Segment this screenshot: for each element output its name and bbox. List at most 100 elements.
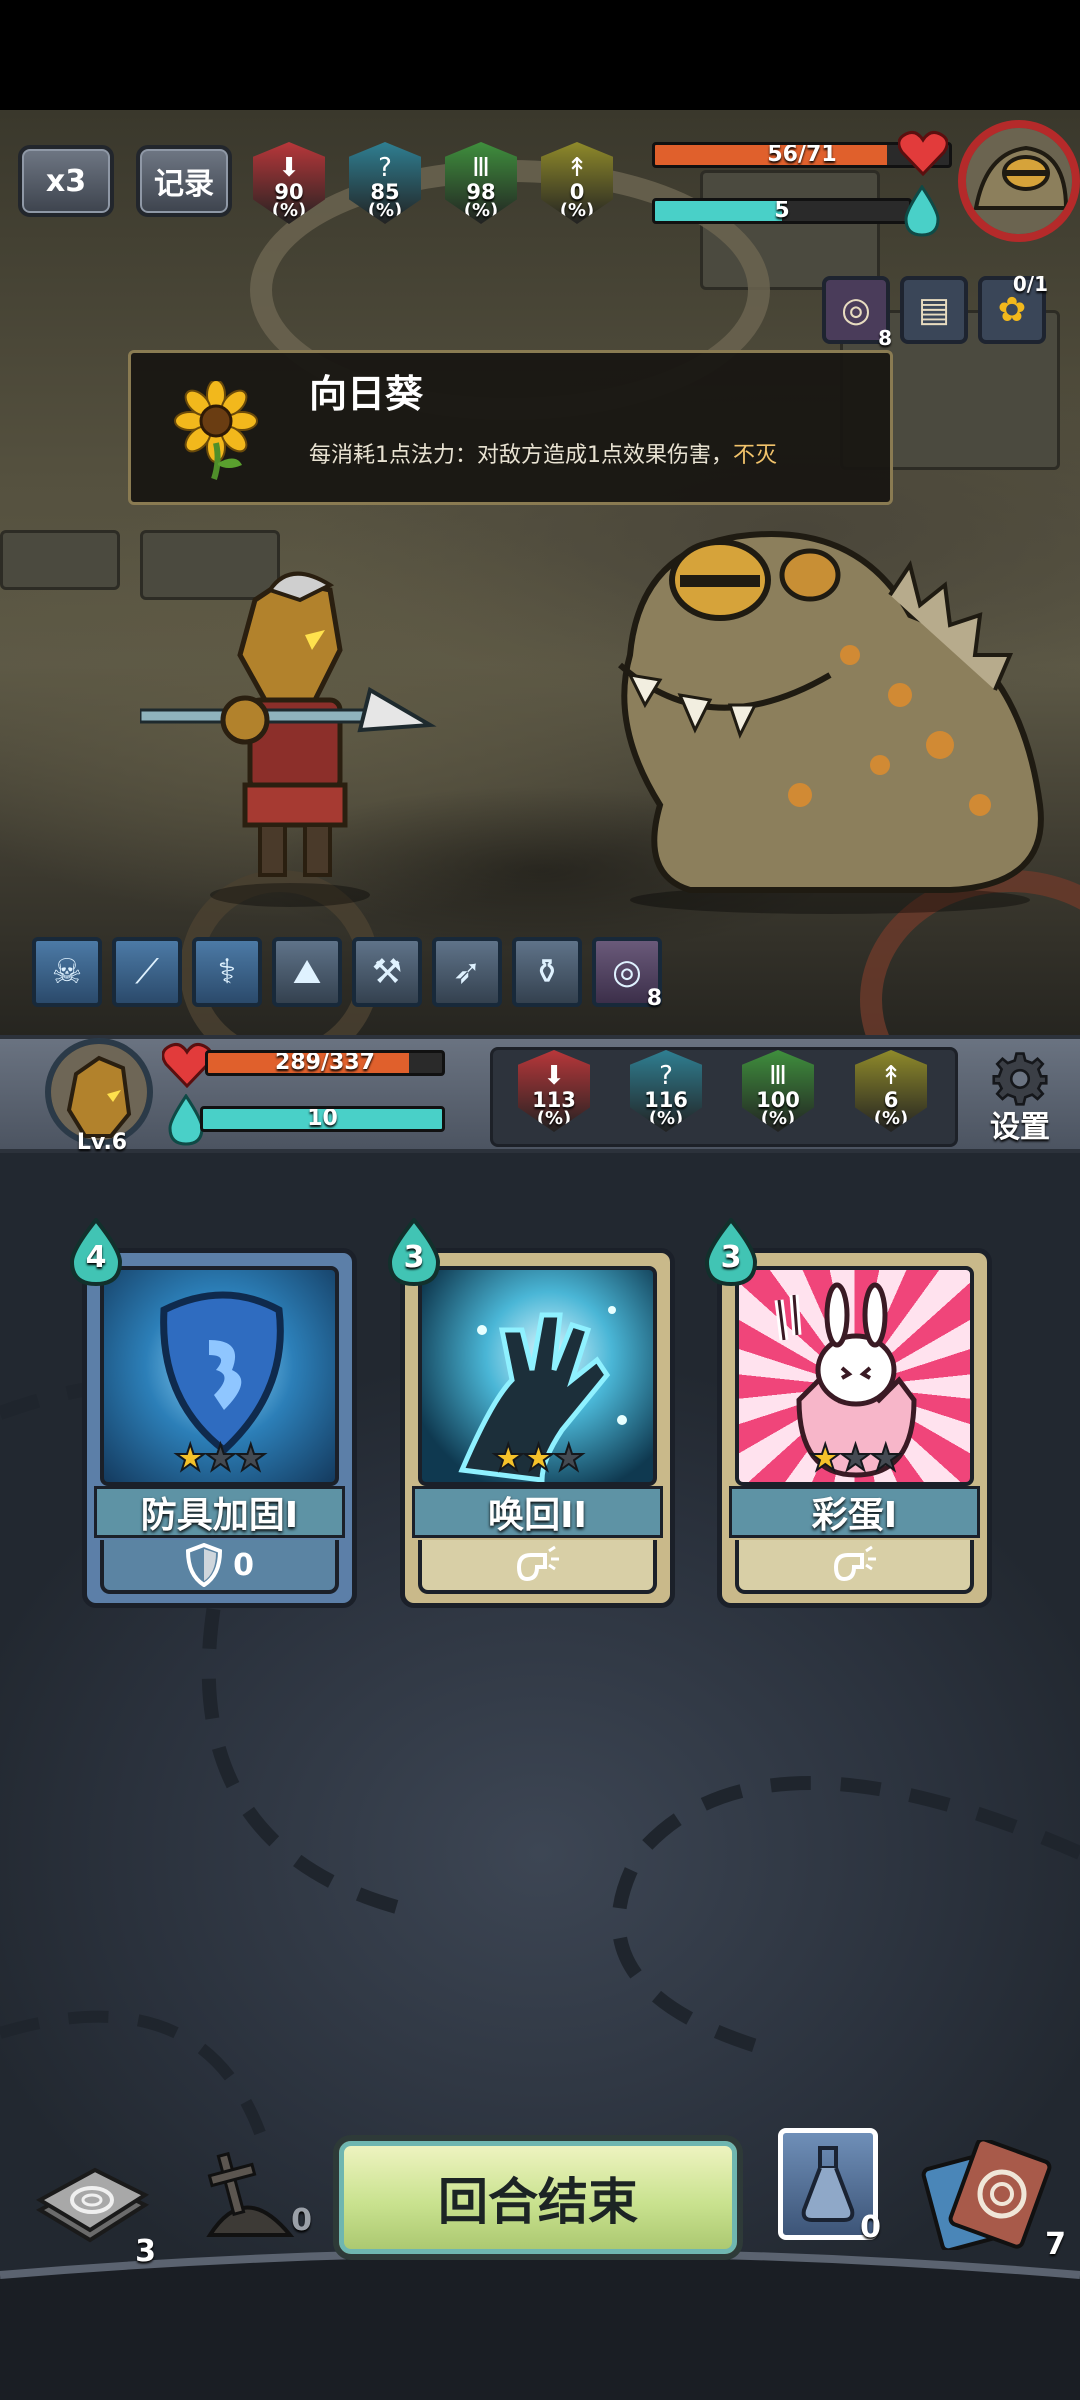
star-filled-icon: ★ — [808, 1437, 842, 1480]
hero-knight-sprite — [140, 571, 437, 907]
shield-icon — [186, 1543, 223, 1587]
card-cost-value: 3 — [403, 1240, 425, 1275]
relic-tooltip: 向日葵 每消耗1点法力：对敌方造成1点效果伤害，不灭 — [128, 350, 893, 505]
enemy-mana-text: 5 — [774, 198, 790, 223]
star-filled-icon: ★ — [491, 1437, 525, 1480]
toad-portrait-icon — [966, 128, 1072, 234]
enemy-portrait[interactable] — [958, 120, 1080, 242]
battle-scene — [0, 110, 1080, 1035]
relic-count: 8 — [878, 326, 892, 350]
card-easter-egg[interactable]: ★★★ 彩蛋I 3 — [704, 1216, 992, 1608]
grave-icon — [206, 2151, 295, 2237]
toad-boss-sprite — [618, 531, 1044, 914]
potion-count: 0 — [860, 2210, 881, 2245]
buff-slot[interactable]: ⟋ — [112, 937, 182, 1007]
relic-slot[interactable]: ◎ 8 — [822, 276, 892, 350]
buff-slot[interactable]: ⚕ — [192, 937, 262, 1007]
star-empty-icon: ★ — [869, 1437, 903, 1480]
card-footer: 0 — [100, 1540, 339, 1594]
card-cost: 3 — [703, 1216, 759, 1287]
potion-flask-icon — [801, 2146, 855, 2222]
stat-value: 113 — [532, 1088, 576, 1112]
buff-slot[interactable]: ⚱ — [512, 937, 582, 1007]
buff-slot[interactable]: ➶ — [432, 937, 502, 1007]
tooltip-title: 向日葵 — [309, 372, 424, 416]
stat-glyph-icon: Ⅲ — [472, 153, 490, 183]
stone-golem-icon: ⛰ — [292, 952, 322, 992]
tooltip-description: 每消耗1点法力：对敌方造成1点效果伤害，不灭 — [309, 437, 777, 469]
end-turn-button[interactable]: 回合结束 — [333, 2135, 743, 2260]
card-star-rating: ★★★ — [82, 1437, 357, 1480]
wing-icon: ➶ — [452, 952, 482, 992]
card-name: 彩蛋I — [729, 1486, 980, 1538]
stat-value: 85 — [370, 180, 400, 204]
sunflower-icon: ✿ — [997, 290, 1027, 330]
mana-drop-icon — [904, 185, 940, 237]
draw-pile-count: 3 — [135, 2234, 156, 2269]
card-star-rating: ★★★ — [717, 1437, 992, 1480]
card-cost-value: 4 — [85, 1240, 107, 1275]
stat-glyph-icon: ⬇ — [278, 153, 300, 183]
speed-toggle-button[interactable]: x3 — [18, 145, 114, 217]
card-armor-value: 0 — [233, 1547, 254, 1583]
stat-glyph-icon: ? — [659, 1061, 673, 1091]
player-level: Lv.6 — [76, 1130, 128, 1155]
draw-pile-icon — [35, 2167, 150, 2243]
draw-pile-button[interactable]: 3 — [30, 2165, 160, 2269]
stat-glyph-icon: ↟ — [880, 1061, 902, 1091]
relic-slot[interactable]: ▤ — [900, 276, 968, 344]
status-bar — [0, 0, 1080, 110]
star-icons: ★★★ — [173, 1437, 268, 1480]
card-cost: 4 — [68, 1216, 124, 1287]
spiral-disc-icon: ◎ — [612, 952, 642, 992]
card-cost-value: 3 — [720, 1240, 742, 1275]
star-empty-icon: ★ — [234, 1437, 268, 1480]
card-cost: 3 — [386, 1216, 442, 1287]
sunflower-icon — [174, 381, 258, 480]
buff-slot[interactable]: ☠ — [32, 937, 102, 1007]
discard-pile-count: 7 — [1045, 2227, 1066, 2262]
star-empty-icon: ★ — [552, 1437, 586, 1480]
relic-slot[interactable]: ✿ 0/1 — [978, 272, 1048, 344]
graveyard-count: 0 — [291, 2203, 312, 2238]
discard-pile-button[interactable]: 7 — [918, 2137, 1068, 2262]
demon-mask-icon: ☠ — [51, 952, 83, 992]
wand-icon: ⟋ — [135, 952, 159, 992]
buff-slot[interactable]: ⛰ — [272, 937, 342, 1007]
potion-pouch-icon: ⚱ — [532, 952, 562, 992]
card-recall[interactable]: ★★★ 唤回II 3 — [387, 1216, 675, 1608]
spellbook-icon: ▤ — [917, 290, 951, 330]
star-empty-icon: ★ — [838, 1437, 872, 1480]
settings-button[interactable]: 设置 — [972, 1050, 1068, 1148]
hammer-icon: ⚒ — [371, 952, 403, 992]
buff-slot[interactable]: ◎ 8 — [592, 937, 662, 1011]
player-hp-text: 289/337 — [275, 1050, 375, 1075]
caduceus-icon: ⚕ — [217, 952, 237, 992]
whistle-icon — [833, 1545, 876, 1582]
battle-log-button[interactable]: 记录 — [136, 145, 232, 217]
stat-glyph-icon: ? — [378, 153, 392, 183]
stat-glyph-icon: ⬇ — [543, 1061, 565, 1091]
star-icons: ★★★ — [808, 1437, 903, 1480]
enemy-mana-bar: 5 — [652, 198, 912, 224]
card-name: 防具加固I — [94, 1486, 345, 1538]
stat-value: 0 — [569, 180, 585, 204]
knight-portrait-icon — [51, 1044, 147, 1140]
tooltip-desc-main: 每消耗1点法力：对敌方造成1点效果伤害， — [309, 443, 733, 468]
buff-slot[interactable]: ⚒ — [352, 937, 422, 1007]
stat-value: 90 — [274, 180, 304, 204]
star-filled-icon: ★ — [173, 1437, 207, 1480]
card-footer — [735, 1540, 974, 1594]
potion-slot-button[interactable]: 0 — [778, 2128, 881, 2245]
card-name: 唤回II — [412, 1486, 663, 1538]
graveyard-button[interactable]: 0 — [190, 2140, 320, 2250]
stat-glyph-icon: Ⅲ — [769, 1061, 787, 1091]
card-armor-reinforce[interactable]: ★★★ 防具加固I 0 4 — [69, 1216, 357, 1608]
discard-pile-icon — [921, 2137, 1052, 2253]
player-mana-bar: 10 — [200, 1106, 445, 1132]
spiral-disc-icon: ◎ — [841, 290, 871, 330]
card-star-rating: ★★★ — [400, 1437, 675, 1480]
tooltip-keyword: 不灭 — [733, 443, 778, 468]
star-empty-icon: ★ — [203, 1437, 237, 1480]
buff-count: 8 — [646, 986, 662, 1011]
